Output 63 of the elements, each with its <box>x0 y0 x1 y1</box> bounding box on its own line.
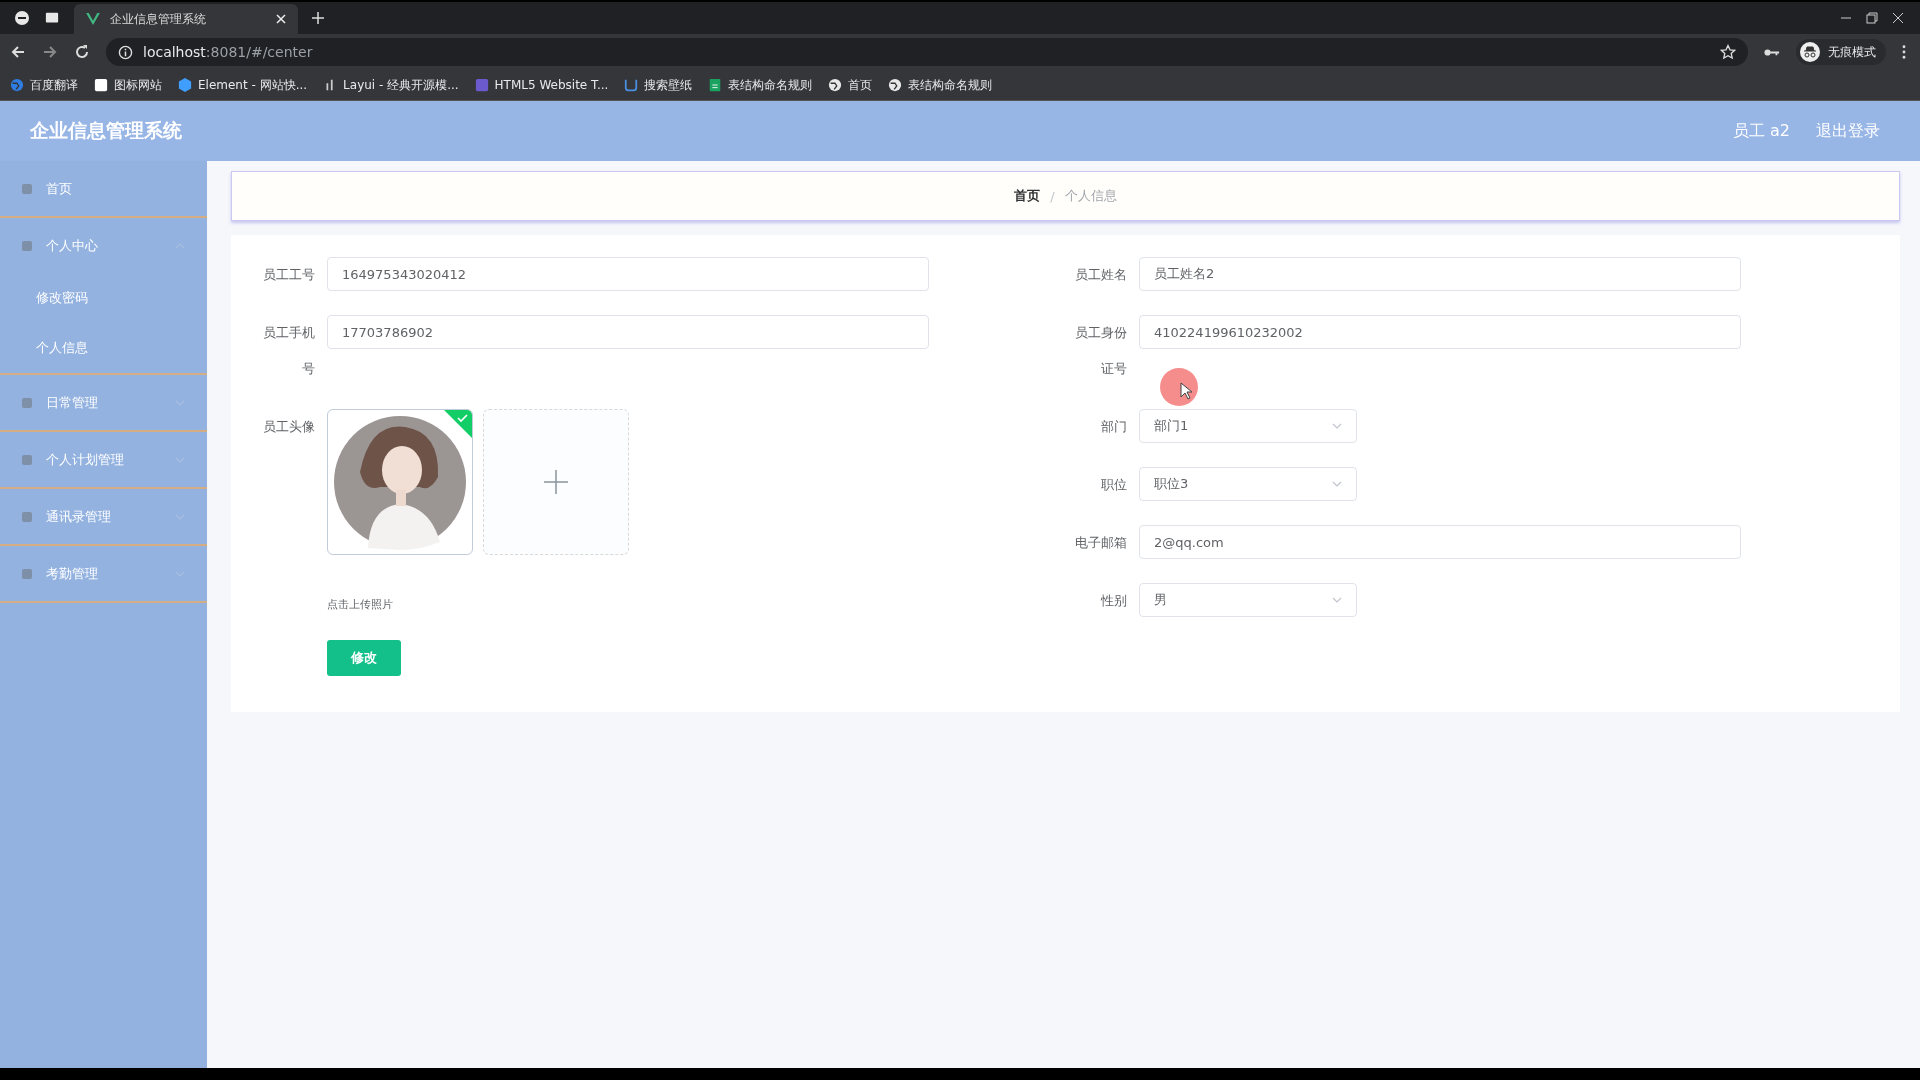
input-field[interactable]: 410224199610232002 <box>1139 315 1741 349</box>
menu-icon <box>20 181 34 196</box>
bookmark[interactable]: 百度翻译 <box>10 76 78 94</box>
field-label: 职位 <box>1100 476 1127 494</box>
menu-icon <box>20 509 34 524</box>
bookmark[interactable]: Layui - 经典开源模... <box>323 76 459 94</box>
breadcrumb-item: 个人信息 <box>1064 187 1117 205</box>
field-label: 部门 <box>1100 418 1127 436</box>
incognito-icon <box>1800 42 1820 62</box>
breadcrumb-separator: / <box>1050 188 1055 204</box>
tab-title: 企业信息管理系统 <box>110 10 207 28</box>
field-label: 员工头像 <box>262 418 315 436</box>
select-field[interactable]: 男 <box>1139 583 1357 617</box>
menu-icon <box>20 395 34 410</box>
forward-icon[interactable] <box>42 44 58 60</box>
browser-menu-icon[interactable] <box>14 10 30 26</box>
bookmark[interactable]: 表结构命名规则 <box>708 76 813 94</box>
select-field[interactable]: 职位3 <box>1139 467 1357 501</box>
user-name: 员工 a2 <box>1732 120 1790 142</box>
bookmark[interactable]: 搜索壁纸 <box>624 76 693 94</box>
field-label: 性别 <box>1100 592 1127 610</box>
field-label: 员工手机号 <box>262 324 315 378</box>
bookmark[interactable]: HTML5 Website T... <box>474 78 609 92</box>
input-field[interactable]: 2@qq.com <box>1139 525 1741 559</box>
address-bar[interactable]: localhost:8081/#/center <box>106 38 1748 66</box>
close-window-icon[interactable] <box>1892 12 1904 24</box>
menu-icon <box>20 238 34 253</box>
tab-list-icon[interactable] <box>44 11 60 25</box>
bookmark[interactable]: 首页 <box>828 76 873 94</box>
new-tab-icon[interactable] <box>312 12 324 24</box>
reload-icon[interactable] <box>74 44 90 60</box>
url-text: localhost:8081/#/center <box>143 44 313 60</box>
upload-hint: 点击上传照片 <box>327 597 394 612</box>
close-icon[interactable] <box>276 14 286 24</box>
input-field[interactable]: 员工姓名2 <box>1139 257 1741 291</box>
chevron-icon <box>1332 481 1342 487</box>
input-field[interactable]: 17703786902 <box>327 315 929 349</box>
bookmark[interactable]: Element - 网站快... <box>178 76 308 94</box>
breadcrumb-item[interactable]: 首页 <box>1014 187 1041 205</box>
bookmark[interactable]: 图标网站 <box>94 76 162 94</box>
field-label: 电子邮箱 <box>1074 534 1127 552</box>
vue-logo-icon <box>86 13 100 25</box>
info-icon[interactable] <box>118 44 133 60</box>
input-field[interactable]: 164975343020412 <box>327 257 929 291</box>
app-title: 企业信息管理系统 <box>30 118 182 143</box>
browser-tab[interactable]: 企业信息管理系统 <box>74 4 298 34</box>
chevron-icon <box>1332 597 1342 603</box>
key-icon[interactable] <box>1764 47 1780 57</box>
chevron-icon <box>1332 423 1342 429</box>
star-icon[interactable] <box>1720 44 1736 60</box>
back-icon[interactable] <box>10 44 26 60</box>
restore-icon[interactable] <box>1866 12 1878 24</box>
field-label: 员工身份证号 <box>1074 324 1127 378</box>
bookmark[interactable]: 表结构命名规则 <box>888 76 993 94</box>
cursor-highlight-icon <box>1159 367 1199 407</box>
select-field[interactable]: 部门1 <box>1139 409 1357 443</box>
field-label: 员工工号 <box>262 266 315 284</box>
plus-icon <box>544 470 568 494</box>
field-label: 员工姓名 <box>1074 266 1127 284</box>
incognito-profile-button[interactable]: 无痕模式 <box>1796 39 1886 65</box>
menu-icon <box>20 566 34 581</box>
more-icon[interactable] <box>1902 45 1906 59</box>
menu-icon <box>20 452 34 467</box>
